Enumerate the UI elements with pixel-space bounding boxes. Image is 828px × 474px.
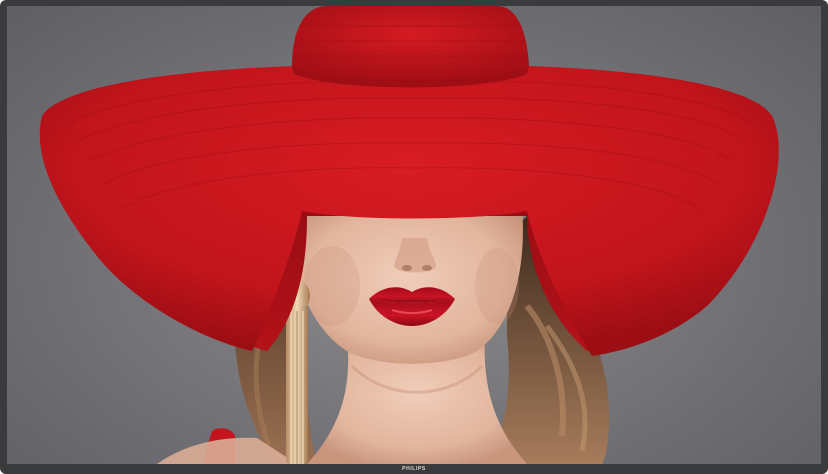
hat-crown [292, 6, 529, 88]
brand-logo: PHILIPS [402, 466, 426, 472]
bezel-bottom: PHILIPS [0, 464, 828, 474]
photo-woman-red-hat [39, 6, 779, 464]
monitor-frame: PHILIPS [0, 0, 828, 474]
face [291, 206, 523, 364]
display-screen [7, 6, 821, 464]
